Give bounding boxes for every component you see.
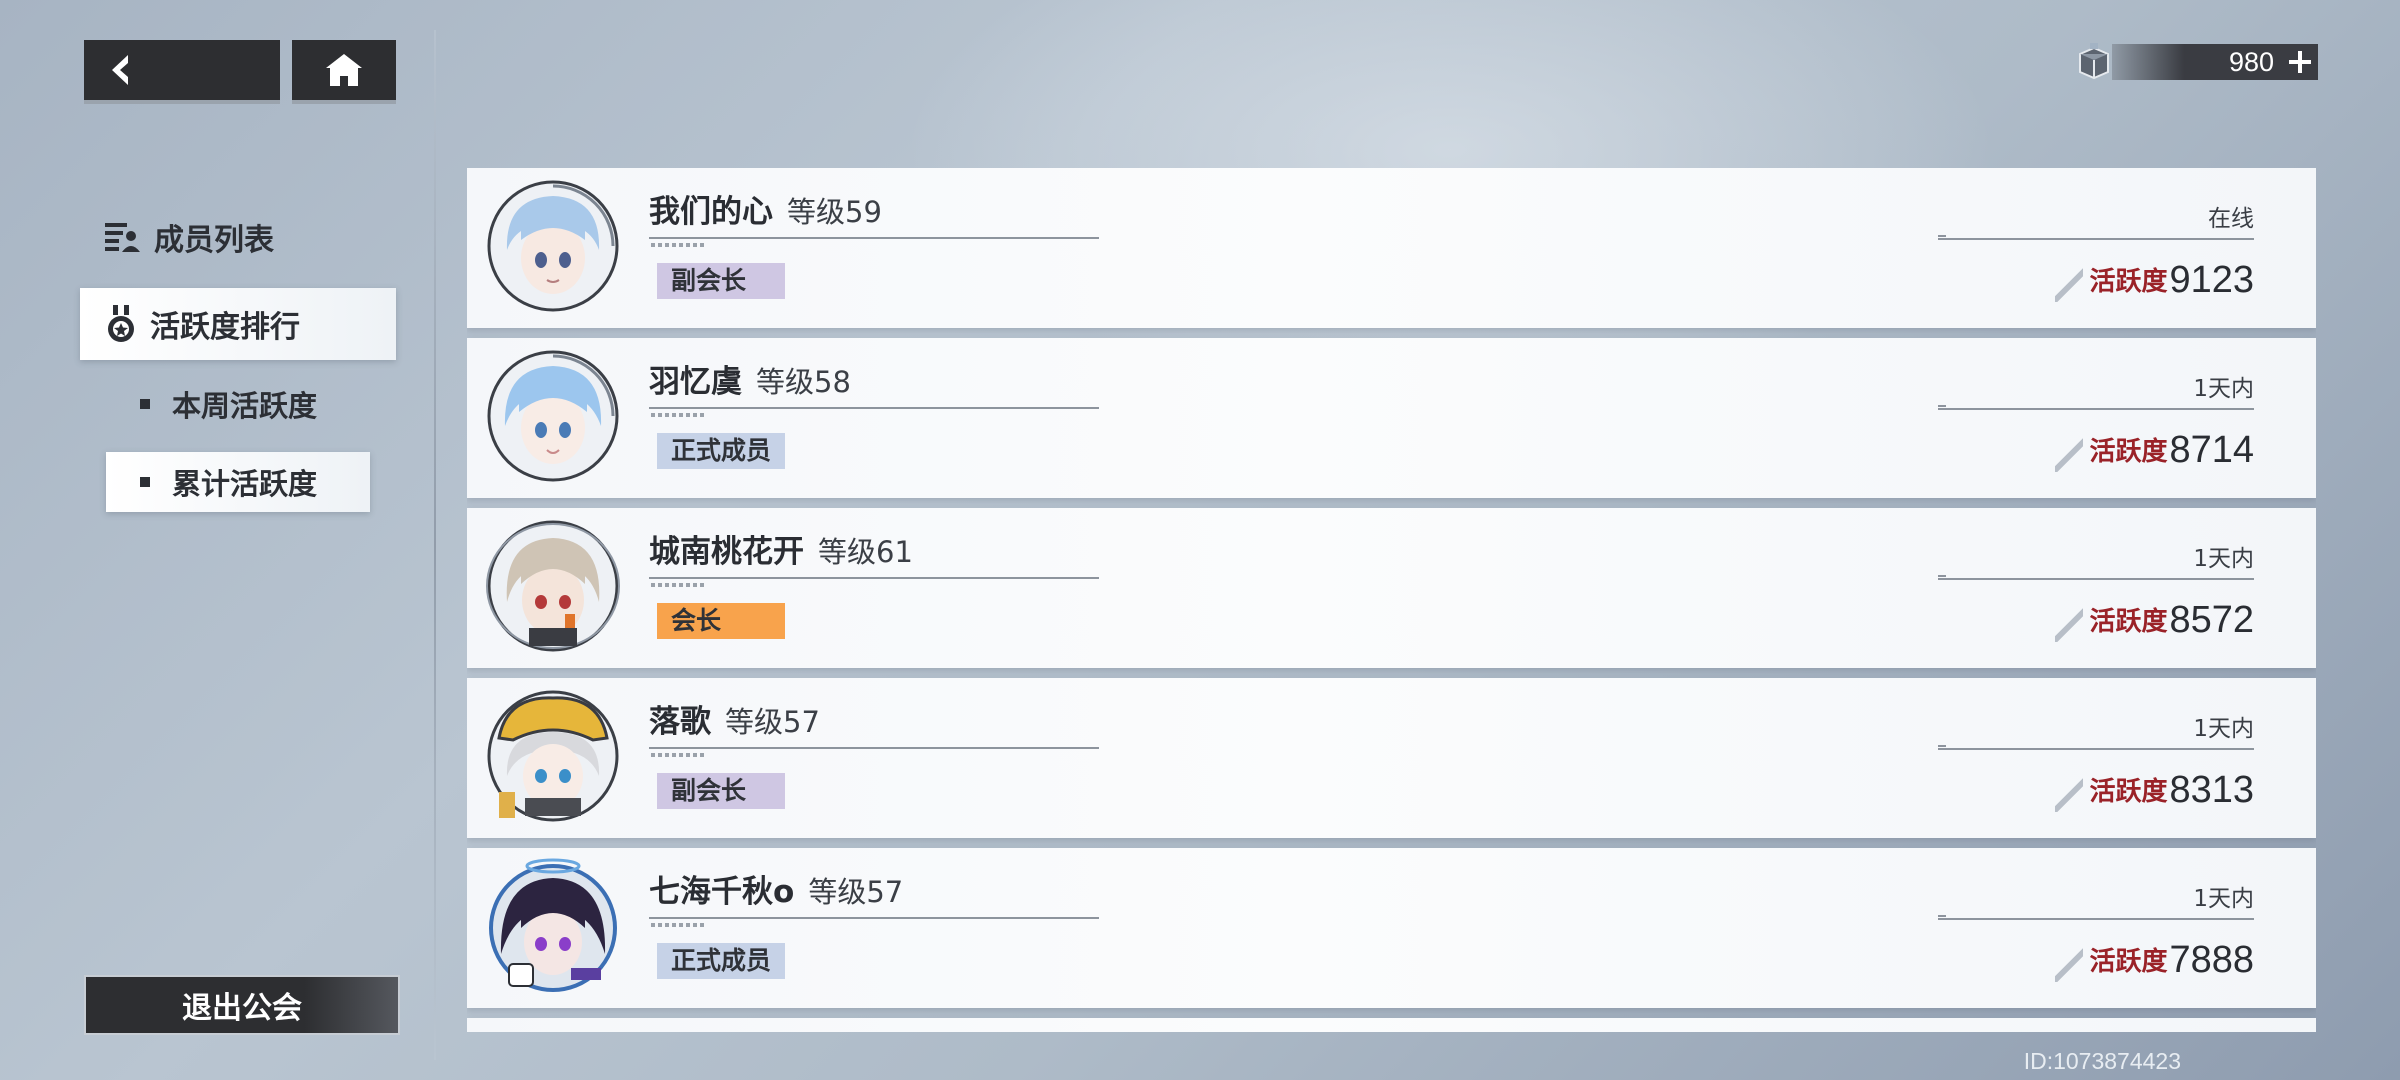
- member-name: 羽忆虞 等级58: [649, 360, 851, 404]
- member-row-partial[interactable]: [467, 1018, 2316, 1032]
- activity-score: 活跃度 8714: [2055, 420, 2254, 472]
- status-underline: [1938, 575, 2254, 580]
- name-underline: [649, 577, 1099, 579]
- avatar[interactable]: [485, 518, 621, 654]
- avatar[interactable]: [485, 178, 621, 314]
- slash-decoration: [2055, 268, 2084, 302]
- activity-value: 8572: [2169, 599, 2254, 641]
- member-level: 等级59: [787, 195, 882, 229]
- avatar[interactable]: [485, 858, 621, 994]
- activity-score: 活跃度 8572: [2055, 590, 2254, 642]
- online-status: 1天内: [2193, 376, 2254, 402]
- slash-decoration: [2055, 778, 2084, 812]
- activity-value: 9123: [2169, 259, 2254, 301]
- name-decoration: [651, 923, 707, 927]
- member-list-icon: [105, 223, 140, 252]
- member-row[interactable]: 城南桃花开 等级61 会长 1天内 活跃度 8572: [467, 508, 2316, 668]
- total-activity-label: 累计活跃度: [172, 467, 318, 501]
- member-level: 等级57: [725, 705, 820, 739]
- member-row[interactable]: 我们的心 等级59 副会长 在线 活跃度 9123: [467, 168, 2316, 328]
- sidebar-divider: [434, 30, 436, 1060]
- member-row[interactable]: 羽忆虞 等级58 正式成员 1天内 活跃度 8714: [467, 338, 2316, 498]
- slash-decoration: [2055, 948, 2084, 982]
- slash-decoration: [2055, 438, 2084, 472]
- online-status: 1天内: [2193, 716, 2254, 742]
- player-id: ID:1073874423: [2023, 1048, 2181, 1074]
- medal-icon: [108, 305, 134, 342]
- member-list[interactable]: 我们的心 等级59 副会长 在线 活跃度 9123 羽忆虞 等级58 正式成员 …: [467, 168, 2316, 1032]
- crate-icon: [2079, 43, 2109, 80]
- activity-label: 活跃度: [2089, 777, 2168, 807]
- member-list-label: 成员列表: [154, 223, 274, 258]
- total-activity-option[interactable]: 累计活跃度: [106, 452, 370, 512]
- role-badge: 副会长: [657, 263, 785, 299]
- weekly-activity-label: 本周活跃度: [172, 389, 318, 423]
- activity-ranking-tab[interactable]: 活跃度排行: [80, 288, 396, 360]
- slash-decoration: [2055, 608, 2084, 642]
- role-badge: 正式成员: [657, 943, 785, 979]
- role-badge: 副会长: [657, 773, 785, 809]
- home-button[interactable]: [292, 40, 396, 100]
- home-icon: [326, 54, 362, 86]
- member-row[interactable]: 七海千秋o 等级57 正式成员 1天内 活跃度 7888: [467, 848, 2316, 1008]
- activity-ranking-label: 活跃度排行: [150, 310, 300, 345]
- member-row[interactable]: 落歌 等级57 副会长 1天内 活跃度 8313: [467, 678, 2316, 838]
- activity-score: 活跃度 8313: [2055, 760, 2254, 812]
- bullet-icon: [140, 477, 150, 487]
- activity-label: 活跃度: [2089, 947, 2168, 977]
- name-underline: [649, 407, 1099, 409]
- status-underline: [1938, 745, 2254, 750]
- back-arrow-icon: [112, 55, 128, 85]
- online-status: 1天内: [2193, 546, 2254, 572]
- name-decoration: [651, 753, 707, 757]
- member-name: 我们的心 等级59: [649, 190, 882, 234]
- member-level: 等级57: [808, 875, 904, 909]
- activity-score: 活跃度 9123: [2055, 250, 2254, 302]
- currency-value: 980: [2228, 47, 2274, 77]
- name-underline: [649, 917, 1099, 919]
- plus-icon: [2289, 51, 2311, 73]
- bullet-icon: [140, 399, 150, 409]
- activity-value: 8313: [2169, 769, 2254, 811]
- member-level: 等级58: [756, 365, 851, 399]
- status-underline: [1938, 235, 2254, 240]
- member-name-text: 城南桃花开: [649, 534, 804, 570]
- member-name-text: 羽忆虞: [649, 364, 742, 400]
- member-name-text: 七海千秋o: [649, 874, 795, 910]
- quit-guild-button[interactable]: 退出公会: [84, 975, 400, 1035]
- activity-label: 活跃度: [2089, 267, 2168, 297]
- name-decoration: [651, 583, 707, 587]
- member-name: 城南桃花开 等级61: [649, 530, 913, 574]
- name-decoration: [651, 243, 707, 247]
- member-name: 七海千秋o 等级57: [649, 870, 903, 914]
- status-underline: [1938, 405, 2254, 410]
- back-button[interactable]: [84, 40, 280, 100]
- member-list-title[interactable]: 成员列表: [104, 214, 274, 260]
- add-currency-button[interactable]: [2282, 44, 2318, 80]
- weekly-activity-option[interactable]: 本周活跃度: [106, 374, 366, 434]
- activity-label: 活跃度: [2089, 607, 2168, 637]
- name-decoration: [651, 413, 707, 417]
- activity-value: 8714: [2169, 429, 2254, 471]
- name-underline: [649, 237, 1099, 239]
- name-underline: [649, 747, 1099, 749]
- online-status: 1天内: [2193, 886, 2254, 912]
- member-name-text: 落歌: [649, 704, 711, 740]
- avatar[interactable]: [485, 348, 621, 484]
- activity-label: 活跃度: [2089, 437, 2168, 467]
- online-status: 在线: [2208, 206, 2254, 232]
- role-badge: 会长: [657, 603, 785, 639]
- member-name-text: 我们的心: [649, 194, 773, 230]
- activity-score: 活跃度 7888: [2055, 930, 2254, 982]
- role-badge: 正式成员: [657, 433, 785, 469]
- currency-display: 980: [2072, 40, 2318, 84]
- status-underline: [1938, 915, 2254, 920]
- activity-value: 7888: [2169, 939, 2254, 981]
- avatar[interactable]: [485, 688, 621, 824]
- member-name: 落歌 等级57: [649, 700, 820, 744]
- member-level: 等级61: [818, 535, 913, 569]
